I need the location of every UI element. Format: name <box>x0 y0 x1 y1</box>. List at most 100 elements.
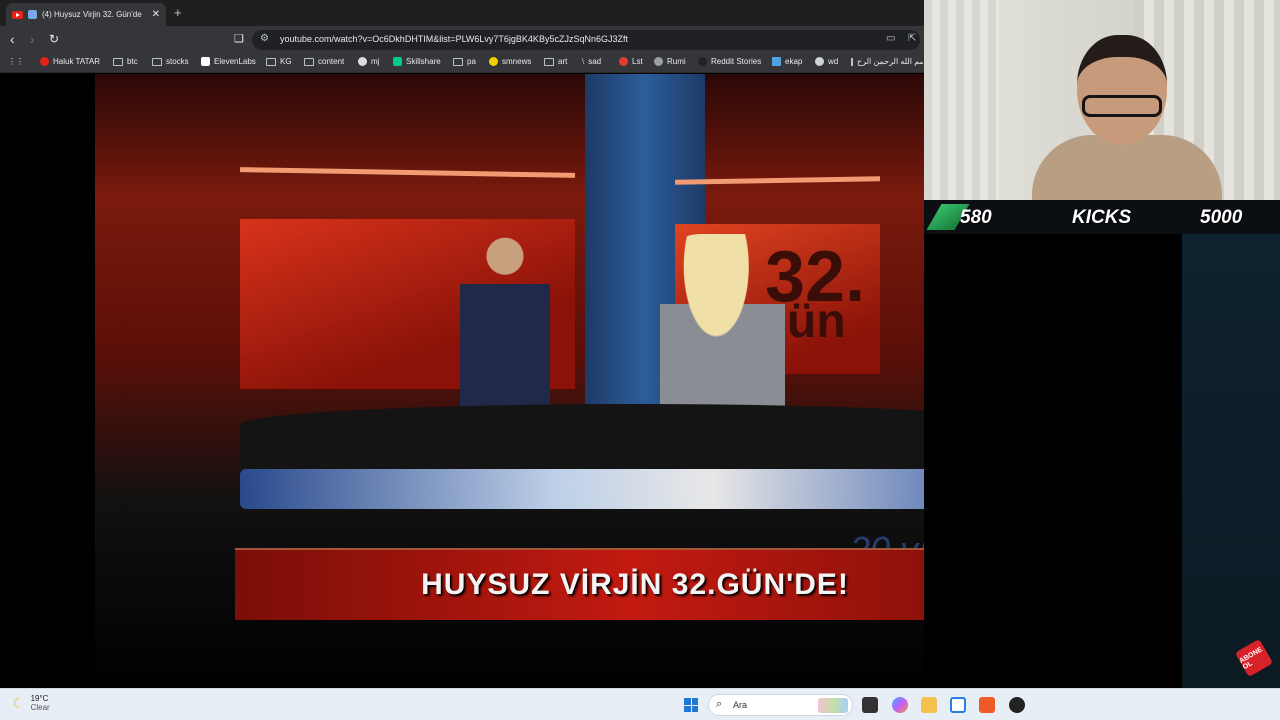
bookmark-label: content <box>318 57 345 66</box>
bookmark-label: Reddit Stories <box>711 57 762 66</box>
tab-strip: (4) Huysuz Virjin 32. Gün'de | ✕ + <box>0 0 924 26</box>
curtain <box>924 0 999 200</box>
address-bar[interactable]: ⚙ youtube.com/watch?v=Oc6DkhDHTIM&list=P… <box>252 30 920 50</box>
close-tab-icon[interactable]: ✕ <box>152 9 160 20</box>
set-text-2: ün <box>787 295 846 348</box>
streamer <box>1032 35 1222 200</box>
snipping-tool-icon[interactable] <box>950 697 966 713</box>
search-icon: ⌕ <box>716 698 723 710</box>
reload-icon[interactable]: ↻ <box>49 32 59 46</box>
kicks-counter: 580 KICKS 5000 <box>924 200 1280 234</box>
bookmark-label: Skillshare <box>406 57 441 66</box>
folder-icon <box>544 57 554 66</box>
bookmark-item[interactable]: ekap <box>772 57 802 66</box>
task-view-icon[interactable] <box>862 697 878 713</box>
bookmark-item[interactable]: smnews <box>489 57 531 66</box>
bookmark-item[interactable]: mj <box>358 57 379 66</box>
bookmark-item[interactable]: Skillshare <box>393 57 441 66</box>
bookmark-label: Lst <box>632 57 643 66</box>
bookmark-item[interactable]: Lst <box>619 57 643 66</box>
tab-active[interactable]: (4) Huysuz Virjin 32. Gün'de | ✕ <box>6 3 166 26</box>
browser-window: (4) Huysuz Virjin 32. Gün'de | ✕ + ‹ › ↻… <box>0 0 924 688</box>
bookmark-item[interactable]: Reddit Stories <box>698 57 761 66</box>
ekap-icon <box>772 57 781 66</box>
bookmark-item[interactable]: \ sad <box>582 57 601 66</box>
bookmark-label: بسم الله الرحمن الرح... <box>857 57 923 66</box>
youtube-icon <box>12 10 23 19</box>
bookmark-item[interactable]: Rumi <box>654 57 686 66</box>
forward-icon[interactable]: › <box>30 31 35 47</box>
set-stripe <box>674 176 881 185</box>
weather-widget[interactable]: ☾ 19°C Clear <box>12 694 50 712</box>
folder-icon <box>304 57 314 66</box>
new-tab-button[interactable]: + <box>174 5 182 20</box>
counter-current: 580 <box>960 207 992 228</box>
tab-title: (4) Huysuz Virjin 32. Gün'de | <box>42 10 142 19</box>
counter-label: KICKS <box>1072 207 1132 228</box>
bookmark-label: pa <box>467 57 476 66</box>
moon-icon: ☾ <box>12 694 25 711</box>
counter-goal: 5000 <box>1200 207 1243 228</box>
guest-figure <box>660 234 785 414</box>
video-frame: 32. ün 20.yıl HUYSUZ VİRJİN 32.GÜN'DE! <box>95 74 924 688</box>
folder-icon <box>266 57 276 66</box>
bookmark-label: mj <box>371 57 380 66</box>
bookmark-item[interactable]: pa <box>453 57 476 66</box>
bookmark-item[interactable]: content <box>304 57 344 66</box>
file-explorer-icon[interactable] <box>921 697 937 713</box>
elevenlabs-icon <box>201 57 210 66</box>
desk-light <box>240 469 924 509</box>
streamer-head <box>1077 35 1167 145</box>
bookmark-icon[interactable]: ❑ <box>234 32 244 45</box>
video-player[interactable]: 32. ün 20.yıl HUYSUZ VİRJİN 32.GÜN'DE! <box>0 74 924 688</box>
bookmark-label: Rumi <box>667 57 686 66</box>
slash-icon: \ <box>582 57 585 66</box>
obs-icon[interactable] <box>1009 697 1025 713</box>
glasses <box>1082 95 1162 117</box>
bookmark-item[interactable]: ElevenLabs <box>201 57 256 66</box>
bookmark-label: ekap <box>785 57 803 66</box>
overlay-side-panel <box>1182 234 1280 688</box>
bookmark-item[interactable]: KG <box>266 57 292 66</box>
back-icon[interactable]: ‹ <box>10 31 15 47</box>
bookmark-label: KG <box>280 57 292 66</box>
bookmark-label: wd <box>828 57 839 66</box>
bookmark-item[interactable]: stocks <box>152 57 189 66</box>
host-figure <box>460 234 550 419</box>
bookmark-label: stocks <box>166 57 189 66</box>
studio-desk <box>240 404 924 474</box>
start-button[interactable] <box>684 698 698 712</box>
temperature: 19°C <box>30 694 49 703</box>
streamer-body <box>1032 135 1222 200</box>
brave-icon[interactable] <box>979 697 995 713</box>
lower-third: HUYSUZ VİRJİN 32.GÜN'DE! <box>235 548 924 620</box>
browser-toolbar: ‹ › ↻ ❑ ⚙ youtube.com/watch?v=Oc6DkhDHTI… <box>0 26 924 53</box>
apps-icon[interactable]: ⋮⋮ <box>8 57 24 66</box>
set-stripe <box>239 167 576 178</box>
bookmark-item[interactable]: art <box>544 57 567 66</box>
github-icon <box>358 57 367 66</box>
search-label: Ara <box>733 700 748 710</box>
taskbar-search[interactable]: ⌕ Ara <box>708 694 853 716</box>
overlay-panel <box>924 234 1182 688</box>
smiley-icon <box>489 57 498 66</box>
bookmark-label: art <box>558 57 568 66</box>
bookmark-item[interactable]: بسم الله الرحمن الرح... <box>851 57 923 66</box>
bookmark-item[interactable]: wd <box>815 57 838 66</box>
wd-icon <box>815 57 824 66</box>
search-highlight-icon <box>818 698 848 713</box>
site-info-icon[interactable]: ⚙ <box>260 33 269 44</box>
copilot-icon[interactable] <box>892 697 908 713</box>
bookmark-label: btc <box>127 57 138 66</box>
share-icon[interactable]: ⇱ <box>908 33 916 44</box>
skillshare-icon <box>393 57 402 66</box>
folder-icon <box>453 57 463 66</box>
bookmark-item[interactable]: Haluk TATAR <box>40 57 100 66</box>
bookmarks-bar: ⋮⋮ Haluk TATAR btc stocks ElevenLabs KG … <box>0 53 924 73</box>
cast-icon[interactable]: ▭ <box>886 33 895 44</box>
youtube-icon <box>40 57 49 66</box>
folder-icon <box>152 57 162 66</box>
bookmark-item[interactable]: btc <box>113 57 138 66</box>
taskbar: ☾ 19°C Clear ⌕ Ara <box>0 688 1280 720</box>
d-icon <box>698 57 707 66</box>
